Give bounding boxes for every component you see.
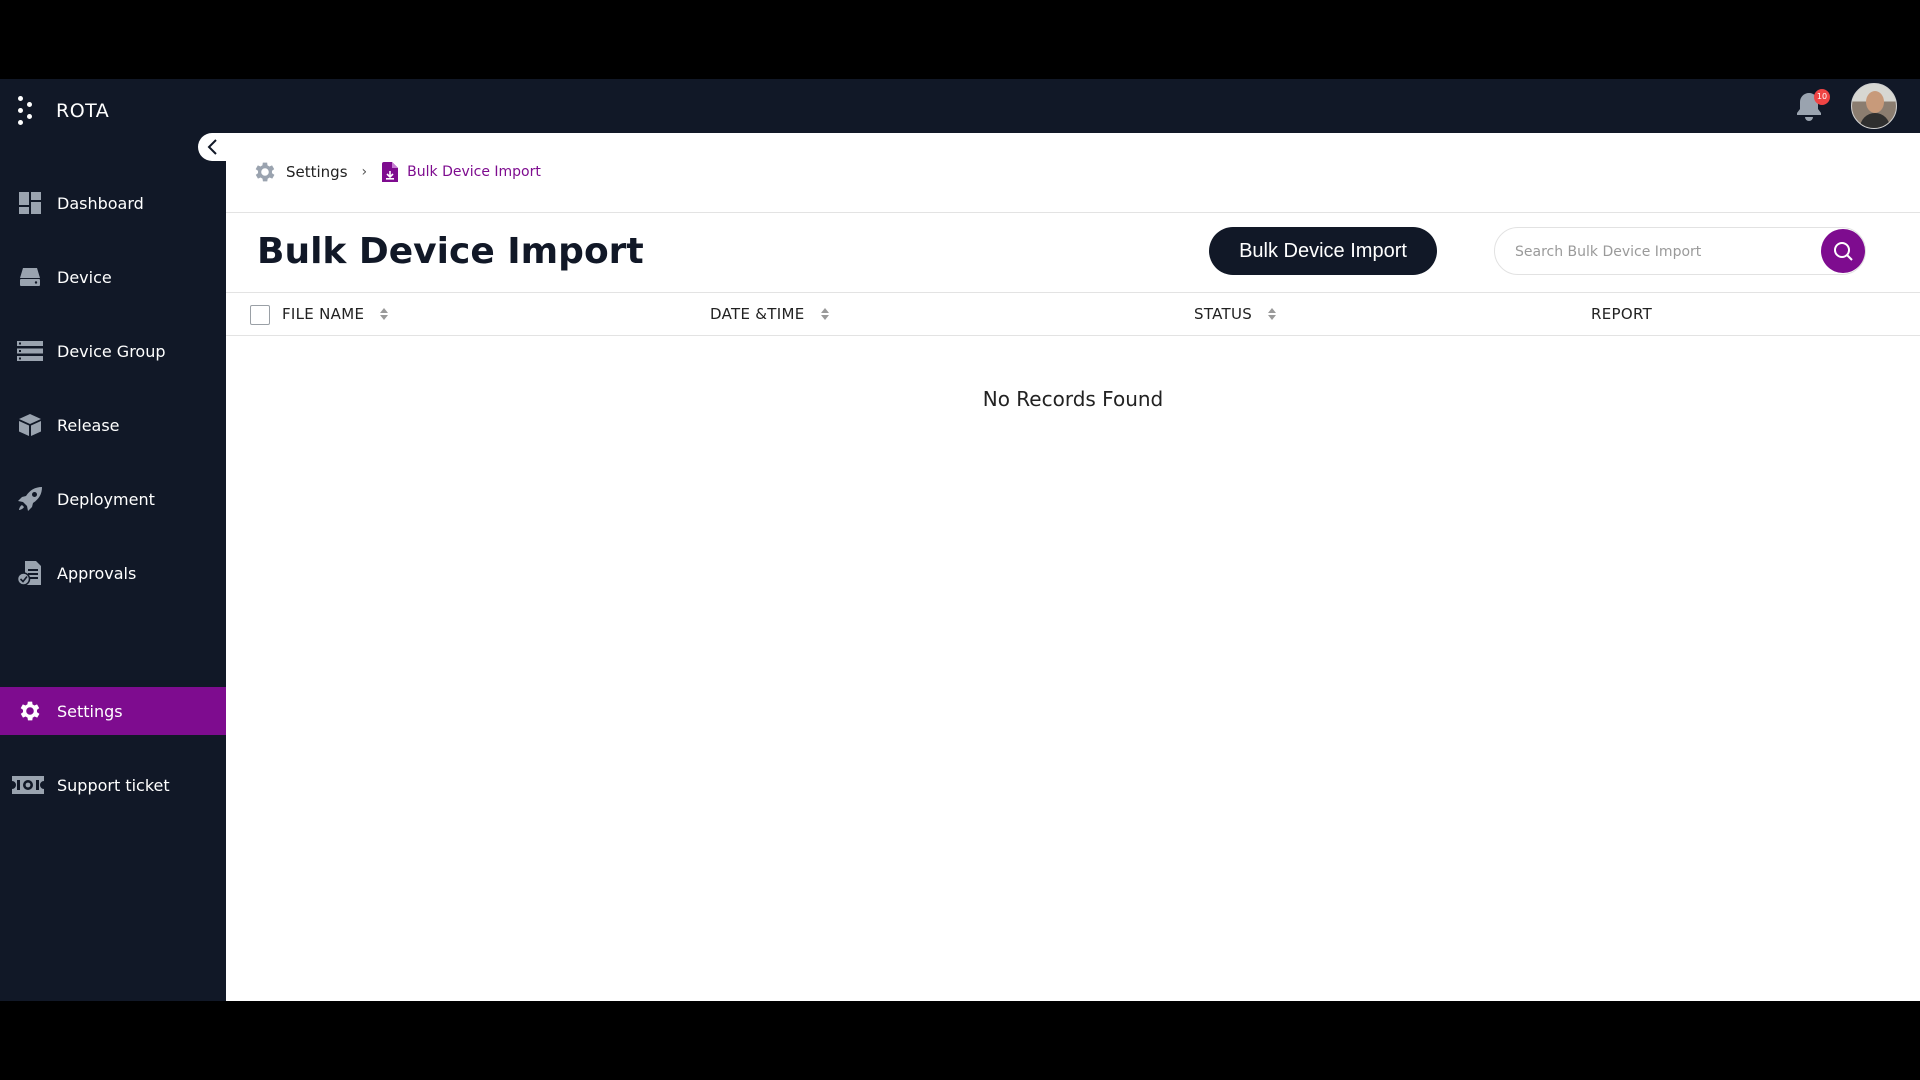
brand[interactable]: ROTA xyxy=(18,96,109,126)
device-group-icon xyxy=(16,337,44,365)
search-input[interactable] xyxy=(1515,242,1805,262)
sidebar-item-dashboard[interactable]: Dashboard xyxy=(0,179,226,227)
sidebar-item-label: Device Group xyxy=(57,341,166,361)
sidebar-item-approvals[interactable]: Approvals xyxy=(0,549,226,597)
sidebar-item-label: Settings xyxy=(57,701,123,721)
notification-badge: 10 xyxy=(1814,89,1830,105)
approvals-icon xyxy=(16,559,44,587)
gear-icon xyxy=(255,162,275,182)
gear-icon xyxy=(16,697,44,725)
column-header-date-time: DATE &TIME xyxy=(710,293,829,335)
page-title: Bulk Device Import xyxy=(257,231,644,272)
top-bar: ROTA 10 xyxy=(0,79,1920,133)
sidebar-item-label: Device xyxy=(57,267,112,287)
sidebar-item-release[interactable]: Release xyxy=(0,401,226,449)
table-header-divider xyxy=(226,335,1920,336)
brand-logo-icon xyxy=(18,96,36,126)
sidebar-item-label: Deployment xyxy=(57,489,155,509)
sidebar-item-label: Dashboard xyxy=(57,193,144,213)
sidebar-item-support-ticket[interactable]: Support ticket xyxy=(0,761,226,809)
sidebar-item-settings[interactable]: Settings xyxy=(0,687,226,735)
ticket-icon xyxy=(10,771,46,799)
sidebar-collapse-button[interactable] xyxy=(198,133,228,161)
search-box xyxy=(1494,227,1866,275)
column-header-report: REPORT xyxy=(1591,293,1652,335)
search-icon xyxy=(1834,242,1853,261)
column-header-status: STATUS xyxy=(1194,293,1277,335)
breadcrumb-label: Settings xyxy=(286,163,348,181)
app-title: ROTA xyxy=(56,100,110,122)
sort-icon[interactable] xyxy=(380,308,389,320)
sidebar-item-label: Release xyxy=(57,415,120,435)
sort-icon[interactable] xyxy=(1268,308,1277,320)
sidebar-item-deployment[interactable]: Deployment xyxy=(0,475,226,523)
user-avatar[interactable] xyxy=(1851,83,1897,129)
release-box-icon xyxy=(16,411,44,439)
table-header-row: FILE NAME DATE &TIME STATUS REPORT xyxy=(226,293,1920,335)
column-label: FILE NAME xyxy=(282,305,365,323)
chevron-right-icon: › xyxy=(361,164,368,180)
dashboard-icon xyxy=(16,189,44,217)
sidebar-item-device-group[interactable]: Device Group xyxy=(0,327,226,375)
sort-icon[interactable] xyxy=(820,308,829,320)
empty-state-message: No Records Found xyxy=(982,387,1164,411)
column-header-file-name: FILE NAME xyxy=(282,293,389,335)
select-all-checkbox[interactable] xyxy=(250,305,270,325)
bulk-device-import-button[interactable]: Bulk Device Import xyxy=(1209,227,1437,275)
breadcrumb-item-current: Bulk Device Import xyxy=(381,161,541,183)
file-import-icon xyxy=(382,162,399,182)
sidebar-item-device[interactable]: Device xyxy=(0,253,226,301)
sidebar: Dashboard Device Device Group Release De… xyxy=(0,133,226,1001)
main-content: Settings › Bulk Device Import Bulk Devic… xyxy=(226,133,1920,1001)
column-label: STATUS xyxy=(1194,305,1253,323)
breadcrumb-label: Bulk Device Import xyxy=(407,164,541,180)
device-icon xyxy=(16,263,44,291)
breadcrumb-item-settings[interactable]: Settings xyxy=(252,159,348,185)
search-button[interactable] xyxy=(1821,229,1865,273)
column-label: REPORT xyxy=(1591,305,1653,323)
notification-button[interactable]: 10 xyxy=(1792,89,1830,123)
app-window: ROTA 10 Dashboard Device Device Group Re… xyxy=(0,79,1920,1001)
header-divider xyxy=(226,212,1920,213)
rocket-icon xyxy=(16,485,44,513)
column-label: DATE &TIME xyxy=(710,305,805,323)
chevron-left-icon xyxy=(207,139,217,155)
sidebar-item-label: Approvals xyxy=(57,563,137,583)
breadcrumb: Settings › Bulk Device Import xyxy=(252,159,541,185)
sidebar-item-label: Support ticket xyxy=(57,775,170,795)
